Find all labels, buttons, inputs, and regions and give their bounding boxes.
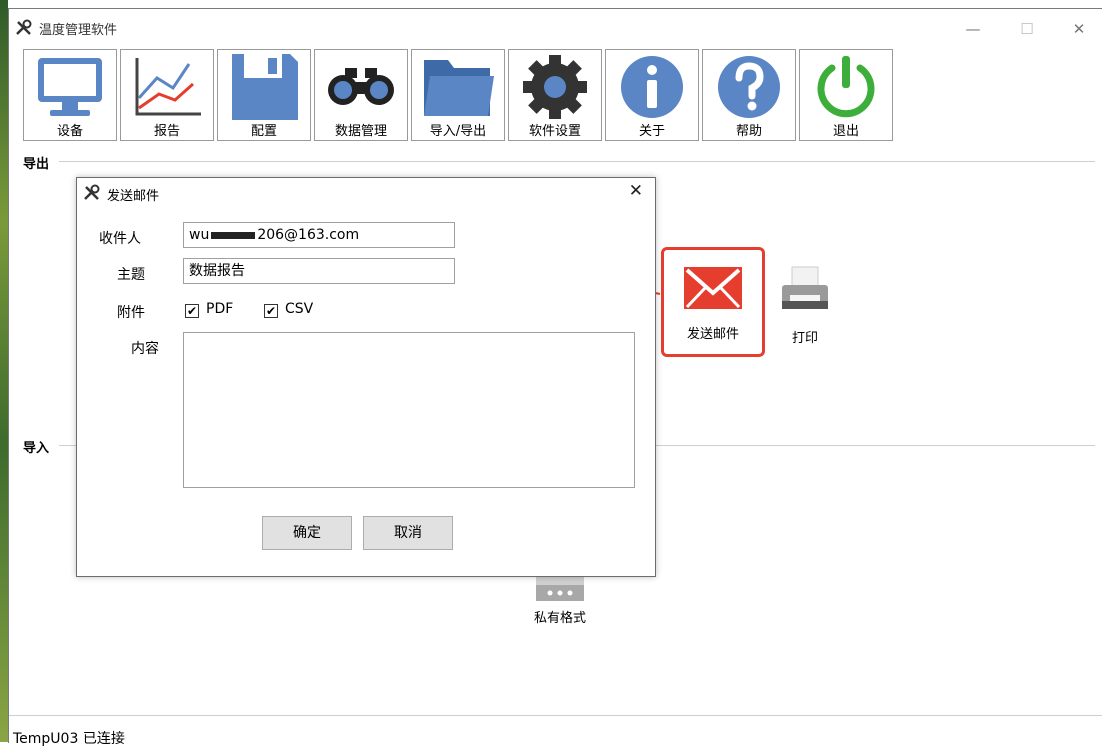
help-button[interactable]: 帮助 — [702, 49, 796, 141]
print-button[interactable]: 打印 — [775, 265, 835, 346]
dialog-title: 发送邮件 — [107, 189, 160, 204]
floppy-disk-icon — [232, 54, 298, 120]
toolbar-label: 报告 — [153, 124, 180, 139]
cancel-button[interactable]: 取消 — [363, 516, 453, 550]
folder-icon — [424, 60, 494, 116]
printer-icon — [782, 266, 828, 309]
device-button[interactable]: 设备 — [23, 49, 117, 141]
toolbar-label: 配置 — [250, 124, 277, 139]
ok-button[interactable]: 确定 — [262, 516, 352, 550]
minimize-button[interactable]: — — [953, 15, 993, 43]
send-mail-dialog: 发送邮件 ✕ 收件人 wu 206@163.com 主题 数据报告 附件 ✔ PD… — [76, 177, 656, 577]
import-export-button[interactable]: 导入/导出 — [411, 49, 505, 141]
exit-button[interactable]: 退出 — [799, 49, 893, 141]
config-button[interactable]: 配置 — [217, 49, 311, 141]
title-bar: 温度管理软件 — ☐ ✕ — [9, 9, 1102, 45]
more-icon — [536, 575, 584, 601]
tools-icon — [16, 19, 32, 35]
tools-icon — [84, 184, 100, 200]
recipient-input[interactable]: wu 206@163.com — [183, 222, 455, 248]
pdf-label: PDF — [206, 301, 234, 317]
maximize-button[interactable]: ☐ — [1007, 15, 1047, 43]
window-title: 温度管理软件 — [39, 23, 118, 38]
about-button[interactable]: 关于 — [605, 49, 699, 141]
redacted-text — [211, 231, 256, 239]
software-settings-button[interactable]: 软件设置 — [508, 49, 602, 141]
recipient-prefix: wu — [189, 227, 210, 243]
content-textarea[interactable] — [183, 332, 635, 488]
gear-icon — [523, 55, 587, 119]
toolbar-label: 关于 — [638, 124, 665, 139]
send-mail-button[interactable]: 发送邮件 — [665, 267, 761, 342]
toolbar-label: 软件设置 — [528, 124, 581, 139]
subject-input[interactable]: 数据报告 — [183, 258, 455, 284]
binoculars-icon — [328, 68, 394, 105]
toolbar-label: 数据管理 — [334, 124, 387, 139]
toolbar-label: 帮助 — [735, 124, 762, 139]
report-button[interactable]: 报告 — [120, 49, 214, 141]
private-format-button[interactable]: 私有格式 — [521, 575, 599, 626]
export-group-title: 导出 — [23, 153, 54, 172]
recipient-value: 206@163.com — [257, 227, 360, 243]
toolbar-label: 导入/导出 — [429, 124, 487, 139]
power-icon — [817, 56, 875, 118]
desktop-background — [0, 0, 8, 742]
line-chart-icon — [135, 58, 201, 116]
content-label: 内容 — [131, 341, 159, 357]
monitor-icon — [38, 58, 102, 116]
toolbar-label: 设备 — [56, 124, 83, 139]
subject-label: 主题 — [117, 267, 145, 283]
dialog-close-button[interactable]: ✕ — [629, 181, 643, 201]
csv-label: CSV — [285, 301, 314, 317]
private-format-label: 私有格式 — [533, 611, 586, 626]
pdf-checkbox[interactable]: ✔ — [185, 304, 199, 318]
attachment-label: 附件 — [117, 305, 145, 321]
print-label: 打印 — [791, 331, 818, 346]
status-bar: TempU03 已连接 — [9, 715, 1102, 747]
send-mail-label: 发送邮件 — [686, 327, 739, 342]
import-group-title: 导入 — [23, 437, 54, 456]
export-group-border — [59, 161, 1095, 162]
info-icon — [621, 56, 683, 118]
close-button[interactable]: ✕ — [1059, 15, 1099, 43]
help-icon — [718, 56, 780, 118]
mail-icon — [684, 267, 742, 309]
recipient-label: 收件人 — [99, 231, 141, 247]
data-management-button[interactable]: 数据管理 — [314, 49, 408, 141]
toolbar-label: 退出 — [832, 124, 859, 139]
csv-checkbox[interactable]: ✔ — [264, 304, 278, 318]
connection-status: TempU03 已连接 — [13, 731, 125, 747]
